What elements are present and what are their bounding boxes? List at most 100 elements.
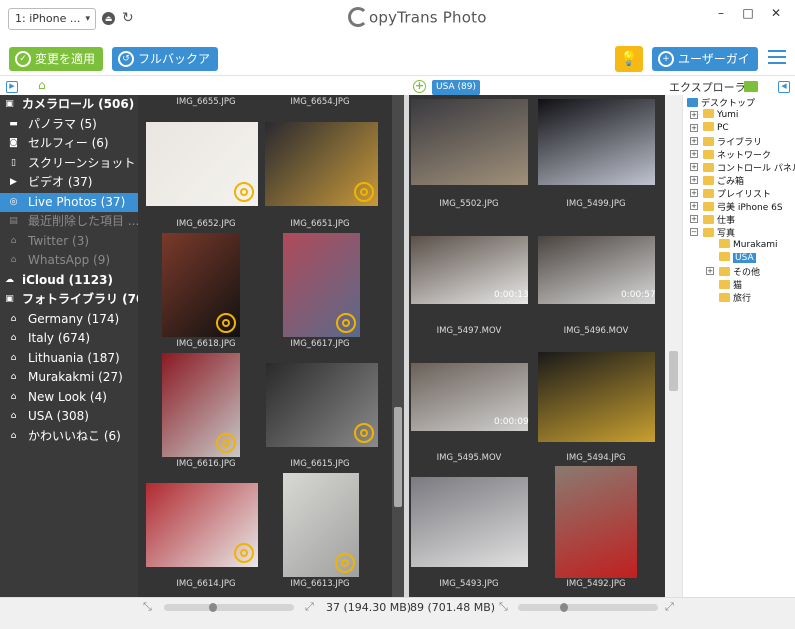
- tree-node[interactable]: + ネットワーク: [690, 148, 772, 161]
- eject-icon[interactable]: ⏏: [102, 12, 115, 25]
- sidebar-item-label: ビデオ (37): [28, 175, 93, 189]
- shrink-icon[interactable]: ⤡: [143, 600, 152, 614]
- refresh-icon[interactable]: ↻: [122, 10, 136, 26]
- expander-icon[interactable]: +: [690, 111, 698, 119]
- sidebar-item[interactable]: ▯ スクリーンショット (61): [0, 154, 138, 174]
- tree-node[interactable]: + ごみ箱: [690, 174, 744, 187]
- sidebar-item[interactable]: ⌂ かわいいねこ (6): [0, 427, 138, 447]
- sidebar-item[interactable]: ▬ パノラマ (5): [0, 115, 138, 135]
- sidebar-item[interactable]: ⌂ Italy (674): [0, 329, 138, 349]
- expand-icon[interactable]: ⤢: [665, 600, 674, 614]
- apply-changes-label: 変更を適用: [35, 52, 96, 66]
- photo-thumbnail[interactable]: [538, 99, 655, 185]
- sidebar-item-label: パノラマ (5): [28, 116, 97, 131]
- device-select[interactable]: 1: iPhone ... ▾: [8, 8, 96, 30]
- sidebar-item[interactable]: ⌂ Twitter (3): [0, 232, 138, 252]
- thumbnail-caption: IMG_5493.JPG: [439, 579, 499, 589]
- sidebar-item[interactable]: ▶ ビデオ (37): [0, 173, 138, 193]
- sidebar-toggle-icon[interactable]: ▶: [6, 81, 18, 93]
- sidebar-item[interactable]: ⌂ New Look (4): [0, 388, 138, 408]
- tree-node[interactable]: − 写真: [690, 226, 735, 239]
- expander-icon[interactable]: +: [690, 163, 698, 171]
- history-icon: ↺: [118, 51, 134, 67]
- maximize-button[interactable]: □: [738, 6, 758, 20]
- new-folder-icon[interactable]: [744, 81, 758, 92]
- right-zoom-slider[interactable]: [518, 603, 658, 612]
- tree-node-label: ネットワーク: [717, 151, 772, 161]
- tree-node[interactable]: デスクトップ: [687, 96, 755, 109]
- sidebar-item[interactable]: ☁ iCloud (1123): [0, 271, 138, 291]
- left-zoom-slider[interactable]: [164, 603, 294, 612]
- sidebar-item[interactable]: ⌂ Germany (174): [0, 310, 138, 330]
- tree-node-label: プレイリスト: [717, 190, 772, 200]
- tree-node[interactable]: 旅行: [719, 291, 751, 304]
- left-scrollbar-thumb[interactable]: [394, 407, 402, 507]
- live-photo-icon: ◎: [9, 196, 18, 207]
- photo-thumbnail[interactable]: [411, 99, 528, 185]
- left-scrollbar[interactable]: [392, 95, 404, 597]
- live-photo-icon: [216, 313, 236, 333]
- sidebar-item[interactable]: ⌂ USA (308): [0, 407, 138, 427]
- expand-icon[interactable]: ⤢: [305, 600, 314, 614]
- tree-node[interactable]: 猫: [719, 278, 742, 291]
- tree-node[interactable]: + 仕事: [690, 213, 735, 226]
- add-album-icon[interactable]: ⌂: [38, 79, 52, 92]
- tree-node[interactable]: + PC: [690, 122, 729, 133]
- folder-icon: [703, 137, 714, 146]
- photo-thumbnail[interactable]: [555, 466, 637, 578]
- close-button[interactable]: ✕: [766, 6, 786, 20]
- right-zoom-knob[interactable]: [560, 603, 569, 612]
- expander-icon[interactable]: −: [690, 228, 698, 236]
- live-photo-icon: [234, 543, 254, 563]
- sidebar-item[interactable]: ⌂ WhatsApp (9): [0, 251, 138, 271]
- expander-icon[interactable]: +: [690, 150, 698, 158]
- sidebar-item[interactable]: ⌂ Murakakmi (27): [0, 368, 138, 388]
- left-zoom-knob[interactable]: [209, 603, 218, 612]
- tree-node[interactable]: + その他: [706, 265, 760, 278]
- collapse-explorer-icon[interactable]: ◀: [778, 81, 790, 93]
- right-scrollbar-thumb[interactable]: [669, 351, 678, 391]
- expander-icon[interactable]: +: [690, 124, 698, 132]
- sidebar-item[interactable]: ⌂ Lithuania (187): [0, 349, 138, 369]
- photo-thumbnail[interactable]: [538, 352, 655, 442]
- full-backup-button[interactable]: ↺ フルバックアップ: [112, 47, 218, 90]
- sidebar-item-label: New Look (4): [28, 389, 107, 404]
- right-scrollbar[interactable]: [665, 95, 682, 597]
- album-tab-usa[interactable]: USA (89): [432, 80, 480, 95]
- tree-node[interactable]: + Yumi: [690, 109, 738, 120]
- folder-icon: [703, 122, 714, 131]
- sidebar-item[interactable]: ▣ カメラロール (506): [0, 95, 138, 115]
- video-duration: 0:00:13: [494, 290, 529, 300]
- expander-icon[interactable]: +: [690, 215, 698, 223]
- hamburger-menu-icon[interactable]: [768, 50, 786, 66]
- tree-node[interactable]: + プレイリスト: [690, 187, 772, 200]
- tree-node[interactable]: + ライブラリ: [690, 135, 762, 148]
- sidebar-item-label: iCloud (1123): [22, 272, 113, 287]
- expander-icon[interactable]: +: [706, 267, 714, 275]
- album-sidebar: ▣ カメラロール (506) ▬ パノラマ (5) ◙ セルフィー (6) ▯ スクリーンショ…: [0, 95, 138, 615]
- add-album-button[interactable]: +: [413, 80, 426, 93]
- tree-node[interactable]: Murakami: [719, 239, 778, 250]
- folder-icon: [719, 252, 730, 261]
- sidebar-item[interactable]: ▤ 最近削除した項目 ...: [0, 212, 138, 232]
- sidebar-item-label: Murakakmi (27): [28, 370, 123, 384]
- expander-icon[interactable]: +: [690, 137, 698, 145]
- tree-node[interactable]: USA: [719, 252, 756, 263]
- apply-changes-button[interactable]: ✓ 変更を適用: [9, 47, 103, 71]
- expander-icon[interactable]: +: [690, 176, 698, 184]
- sidebar-item[interactable]: ▣ フォトライブラリ (700): [0, 290, 138, 310]
- expander-icon[interactable]: +: [690, 189, 698, 197]
- tree-node[interactable]: + コントロール パネル: [690, 161, 795, 174]
- expander-icon[interactable]: +: [690, 202, 698, 210]
- folder-icon: [703, 163, 714, 172]
- photo-thumbnail[interactable]: [411, 477, 528, 567]
- thumbnail-caption: IMG_6615.JPG: [290, 459, 350, 469]
- user-guide-button[interactable]: + ユーザーガイド: [652, 47, 758, 90]
- sidebar-item[interactable]: ◙ セルフィー (6): [0, 134, 138, 154]
- minimize-button[interactable]: –: [711, 6, 731, 20]
- sidebar-item[interactable]: ◎ Live Photos (37): [0, 192, 138, 212]
- lightbulb-button[interactable]: 💡: [615, 46, 643, 72]
- tree-node-label: 猫: [733, 281, 743, 291]
- tree-node[interactable]: + 弓美 iPhone 6S: [690, 200, 783, 213]
- shrink-icon[interactable]: ⤡: [499, 600, 508, 614]
